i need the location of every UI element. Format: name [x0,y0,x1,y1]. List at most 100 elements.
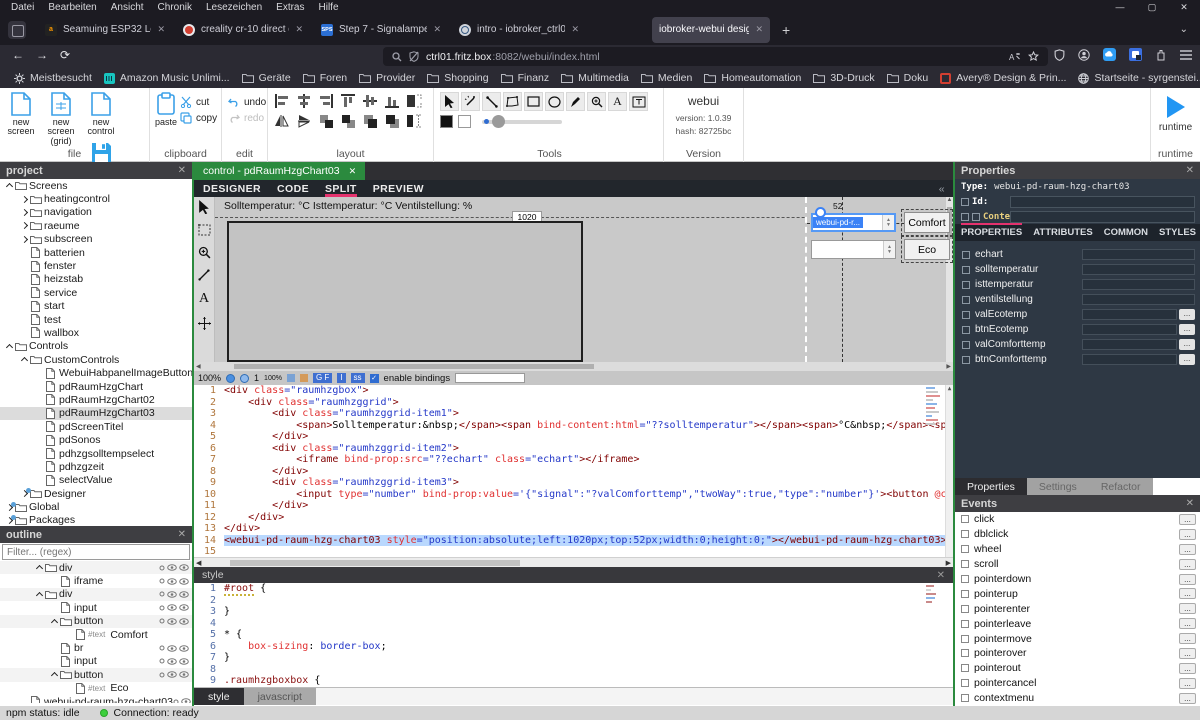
chevron-closed-icon[interactable] [4,505,14,510]
more-button[interactable]: ... [1179,663,1196,674]
line-tool-icon[interactable] [198,269,210,281]
code-line[interactable]: 1<div class="raumhzgbox"> [194,385,953,397]
tab-settings[interactable]: Settings [1027,478,1089,495]
shield-slash-icon[interactable] [409,51,419,62]
property-value-input[interactable] [1082,339,1177,350]
new-tab-button[interactable]: + [782,22,790,38]
eyedropper-tool-icon[interactable] [566,92,585,111]
close-button[interactable]: ✕ [1168,0,1200,14]
pointer-tool-icon[interactable] [198,200,210,214]
snap-size-icon[interactable] [404,92,424,110]
bookmark-item[interactable]: 3D-Druck [807,72,880,84]
menu-icon[interactable] [1180,50,1192,60]
bookmark-item[interactable]: Doku [881,72,935,84]
close-icon[interactable]: ✕ [178,165,186,176]
code-line[interactable]: 8 </div> [194,466,953,478]
property-value-input[interactable] [1082,264,1195,275]
tab-split[interactable]: SPLIT [325,180,357,197]
zoom-level[interactable]: 100% [198,373,221,383]
property-value-input[interactable] [1082,294,1195,305]
event-checkbox[interactable] [961,679,969,687]
project-item-Screens[interactable]: Screens [0,179,192,192]
comfort-button[interactable]: Comfort [904,212,950,233]
more-button[interactable]: ... [1179,339,1195,350]
chevron-closed-icon[interactable] [4,518,14,523]
scroll-up-icon[interactable]: ▲ [946,385,953,392]
ruler-toggle-icon[interactable] [300,374,308,382]
menu-bearbeiten[interactable]: Bearbeiten [41,2,103,13]
event-checkbox[interactable] [961,664,969,672]
line-tool-icon[interactable] [482,92,501,111]
code-line[interactable]: 12 </div> [194,512,953,524]
chevron-closed-icon[interactable] [19,223,29,228]
close-icon[interactable]: ✕ [937,570,945,581]
text-tool-icon[interactable]: A [608,92,627,111]
scroll-left-icon[interactable]: ◀ [194,363,201,370]
bookmark-item[interactable]: Multimedia [555,72,635,84]
project-item-pdRaumHzgChart03[interactable]: pdRaumHzgChart03 [0,407,192,420]
event-checkbox[interactable] [961,620,969,628]
code-minimap[interactable] [926,387,943,427]
tab-attributes[interactable]: ATTRIBUTES [1033,225,1092,241]
event-checkbox[interactable] [961,605,969,613]
flip-horizontal-icon[interactable] [294,112,314,130]
tab-styles[interactable]: STYLES [1159,225,1196,241]
event-checkbox[interactable] [961,515,969,523]
move-tool-icon[interactable] [198,317,211,330]
code-line[interactable]: 3 <div class="raumhzggrid-item1"> [194,408,953,420]
bookmark-item[interactable]: Avery® Design & Prin... [934,72,1072,84]
row-action-icons[interactable] [159,578,192,585]
property-checkbox[interactable] [962,251,970,259]
align-top-icon[interactable] [338,92,358,110]
code-line[interactable]: 8 [194,664,953,676]
canvas-horizontal-scrollbar[interactable]: ◀ ▶ [194,362,953,371]
browser-tab-4[interactable]: intro - iobroker_ctrl01✕ [452,17,586,43]
tab-close-icon[interactable]: ✕ [157,24,165,35]
project-item-selectValue[interactable]: selectValue [0,474,192,487]
row-action-icons[interactable] [159,564,192,571]
code-line[interactable]: 3} [194,606,953,618]
new-control-button[interactable]: new control [82,92,120,137]
polygon-tool-icon[interactable] [503,92,522,111]
row-action-icons[interactable] [159,604,192,611]
tab-properties[interactable]: PROPERTIES [961,223,1022,241]
shield-icon[interactable] [1054,49,1065,61]
tab-close-icon[interactable]: ✕ [349,166,357,177]
more-button[interactable]: ... [1179,648,1196,659]
extension-icon[interactable] [1155,49,1167,61]
outline-filter-input[interactable] [2,544,190,560]
code-line[interactable]: 15 [194,546,953,557]
property-value-input[interactable] [1082,279,1195,290]
arrange-forward-icon[interactable] [316,112,336,130]
id-checkbox[interactable] [961,198,969,206]
browser-tab-2[interactable]: creality cr-10 direct drive extrud✕ [176,17,310,43]
tab-code[interactable]: CODE [277,183,309,195]
chevron-open-icon[interactable] [19,356,29,363]
outline-item-button[interactable]: button [0,668,192,681]
menu-lesezeichen[interactable]: Lesezeichen [199,2,269,13]
more-button[interactable]: ... [1179,309,1195,320]
outline-item-div[interactable]: div [0,588,192,601]
more-button[interactable]: ... [1179,544,1196,555]
outline-item-button[interactable]: button [0,615,192,628]
event-checkbox[interactable] [961,560,969,568]
property-value-input[interactable] [1082,249,1195,260]
text-tool-icon[interactable]: A [199,291,209,307]
tab-close-icon[interactable]: ✕ [433,24,441,35]
paste-button[interactable]: paste [152,92,180,127]
collapse-panel-icon[interactable]: « [939,183,945,195]
code-line[interactable]: 10 <input type="number" bind-prop:value=… [194,489,953,501]
number-spinner[interactable]: ▲▼ [882,215,894,230]
project-item-fenster[interactable]: fenster [0,259,192,272]
chevron-closed-icon[interactable] [19,237,29,242]
code-line[interactable]: 1#root { [194,583,953,595]
project-item-CustomControls[interactable]: CustomControls [0,353,192,366]
tab-javascript[interactable]: javascript [244,688,316,705]
outline-item-input[interactable]: input [0,655,192,668]
row-action-icons[interactable] [173,698,192,703]
tab-properties-panel[interactable]: Properties [955,478,1027,495]
property-checkbox[interactable] [962,326,970,334]
undo-button[interactable]: undo [228,94,267,110]
row-action-icons[interactable] [159,618,192,625]
textbox-tool-icon[interactable] [629,92,648,111]
